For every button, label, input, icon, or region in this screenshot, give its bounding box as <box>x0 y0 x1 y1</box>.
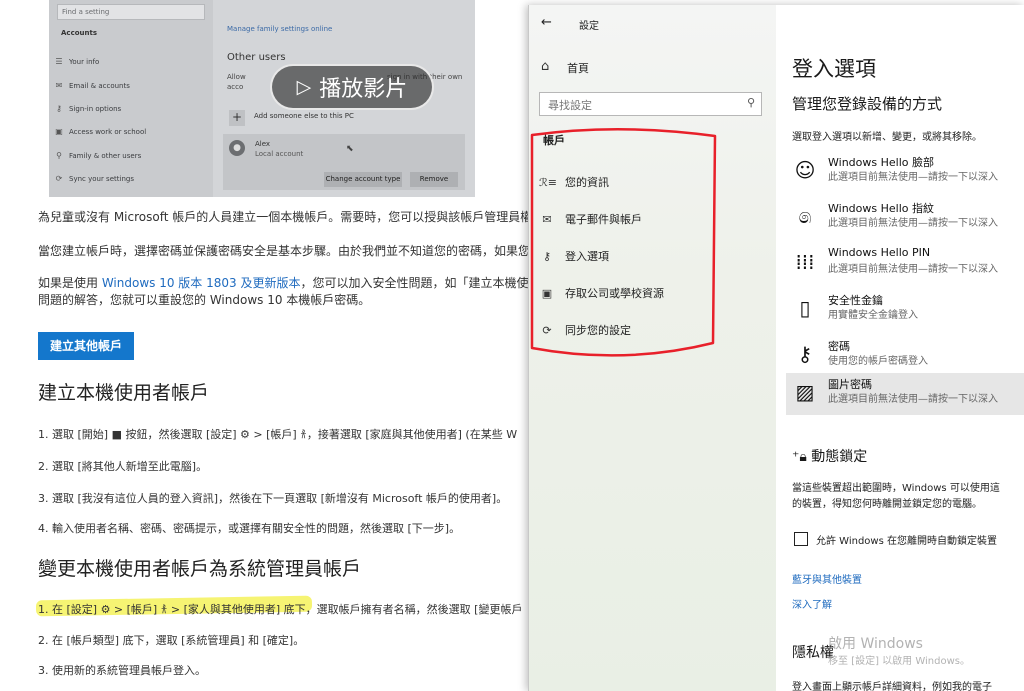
page-title: 登入選項 <box>792 57 876 81</box>
option-security-key[interactable]: ▯ 安全性金鑰 用實體安全金鑰登入 <box>786 289 1024 331</box>
activation-watermark: 啟用 Windows <box>828 636 923 652</box>
avatar: ● <box>229 140 245 156</box>
step-item: 3. 選取 [我沒有這位人員的登入資訊]，然後在下一頁選取 [新增沒有 Micr… <box>38 492 508 505</box>
face-icon: ☺ <box>794 158 816 182</box>
video-change-type-button: Change account type <box>324 172 402 187</box>
video-user-role: Local account <box>255 150 304 158</box>
step-item: 2. 在 [帳戶類型] 底下，選取 [系統管理員] 和 [確定]。 <box>38 634 305 647</box>
dynamic-lock-desc: 的裝置，得知您何時離開並鎖定您的電腦。 <box>792 499 982 510</box>
video-nav-item: ⚲ Family & other users <box>56 151 142 160</box>
heading-change-admin: 變更本機使用者帳戶為系統管理員帳戶 <box>38 558 362 580</box>
video-nav-item: ▣ Access work or school <box>55 127 147 136</box>
checkbox-label: 允許 Windows 在您離開時自動鎖定裝置 <box>816 536 997 547</box>
option-picture-password[interactable]: ▨ 圖片密碼 此選項目前無法使用—請按一下以深入 <box>786 373 1024 415</box>
article-paragraph: 為兒童或沒有 Microsoft 帳戶的人員建立一個本機帳戶。需要時，您可以授與… <box>38 210 528 224</box>
dynamic-lock-heading: ⁺🔒︎ 動態鎖定 <box>792 449 868 465</box>
briefcase-icon: ▣ <box>55 127 63 136</box>
article-paragraph: 當您建立帳戶時，選擇密碼並保護密碼安全是基本步驟。由於我們並不知道您的密碼，如果… <box>38 244 528 258</box>
option-fingerprint[interactable]: ෧ Windows Hello 指紋 此選項目前無法使用—請按一下以深入 <box>786 197 1024 239</box>
step-item: 2. 選取 [將其他人新增至此電腦]。 <box>38 460 208 473</box>
video-player[interactable]: Find a setting Accounts ☰ Your info ✉ Emai… <box>49 0 475 197</box>
video-nav-item: ✉ Email & accounts <box>55 81 130 90</box>
video-nav-item: ☰ Your info <box>55 57 100 66</box>
learn-more-link[interactable]: 深入了解 <box>792 596 832 611</box>
red-annotation-circle <box>530 128 717 357</box>
security-key-icon: ▯ <box>799 296 811 320</box>
video-search-box: Find a setting <box>57 4 205 20</box>
sync-icon: ⟳ <box>55 174 63 183</box>
create-account-button[interactable]: 建立其他帳戶 <box>38 332 134 360</box>
bluetooth-link[interactable]: 藍牙與其他裝置 <box>792 571 862 586</box>
mail-icon: ✉ <box>55 81 63 90</box>
play-video-label: 播放影片 <box>319 77 408 102</box>
step-item: 1. 在 [設定] ⚙ > [帳戶] 𐀪 > [家人與其他使用者] 底下，選取帳… <box>38 603 523 616</box>
page-subtitle: 管理您登錄設備的方式 <box>792 95 943 113</box>
option-face[interactable]: ☺ Windows Hello 臉部 此選項目前無法使用—請按一下以深入 <box>786 151 1024 193</box>
video-desc: acco <box>227 83 244 91</box>
plus-icon: + <box>229 110 245 126</box>
settings-window: ← 設定 ⌂ 首頁 尋找設定 ⚲ 帳戶 ℛ≡ 您的資訊 ✉ 電子郵件與帳戶 ⚷ 登入選… <box>528 5 1024 691</box>
help-article: Find a setting Accounts ☰ Your info ✉ Emai… <box>0 0 540 691</box>
video-nav-item: ⟳ Sync your settings <box>55 174 134 183</box>
activation-watermark-sub: 移至 [設定] 以啟用 Windows。 <box>828 656 970 667</box>
article-paragraph: 問題的解答，您就可以重設您的 Windows 10 本機帳戶密碼。 <box>38 293 371 307</box>
play-icon: ▷ <box>296 76 312 98</box>
pin-keypad-icon: ⁞⁞⁞ <box>795 250 815 274</box>
video-add-user-label: Add someone else to this PC <box>254 112 354 120</box>
option-pin[interactable]: ⁞⁞⁞ Windows Hello PIN 此選項目前無法使用—請按一下以深入 <box>786 243 1024 285</box>
video-user-name: Alex <box>255 140 271 148</box>
key-icon: ⚷ <box>56 104 62 113</box>
heading-create-local: 建立本機使用者帳戶 <box>38 382 210 404</box>
lock-icon: ⁺🔒︎ <box>792 449 812 465</box>
play-video-button[interactable]: ▷ 播放影片 <box>270 64 434 110</box>
video-other-users-heading: Other users <box>227 52 286 63</box>
password-key-icon: ⚷ <box>797 342 813 366</box>
hint-text: 選取登入選項以新增、變更，或將其移除。 <box>792 132 982 143</box>
family-icon: ⚲ <box>56 151 62 160</box>
settings-content: 登入選項 管理您登錄設備的方式 選取登入選項以新增、變更，或將其移除。 ☺ Wi… <box>776 5 1024 691</box>
video-desc: Allow <box>227 73 246 81</box>
option-password[interactable]: ⚷ 密碼 使用您的帳戶密碼登入 <box>786 335 1024 377</box>
video-family-link: Manage family settings online <box>227 25 333 33</box>
privacy-desc: 登入畫面上顯示帳戶詳細資料，例如我的電子 <box>792 682 992 691</box>
windows-version-link[interactable]: Windows 10 版本 1803 及更新版本 <box>102 276 301 290</box>
settings-sidebar: ← 設定 ⌂ 首頁 尋找設定 ⚲ 帳戶 ℛ≡ 您的資訊 ✉ 電子郵件與帳戶 ⚷ 登入選… <box>529 5 776 691</box>
dynamic-lock-checkbox[interactable] <box>794 532 808 546</box>
step-item: 1. 選取 [開始] ■ 按鈕，然後選取 [設定] ⚙ > [帳戶] 𐀪，接著選… <box>38 428 518 441</box>
video-section-label: Accounts <box>61 29 98 37</box>
step-item: 3. 使用新的系統管理員帳戶登入。 <box>38 664 206 677</box>
video-nav-item: ⚷ Sign-in options <box>56 104 122 113</box>
dynamic-lock-desc: 當這些裝置超出範圍時，Windows 可以使用這 <box>792 483 1000 494</box>
article-paragraph: 如果是使用 Windows 10 版本 1803 及更新版本，您可以加入安全性問… <box>38 276 528 290</box>
person-card-icon: ☰ <box>55 57 63 66</box>
video-remove-button: Remove <box>410 172 458 187</box>
cursor-icon: ⬉ <box>346 144 354 154</box>
picture-password-icon: ▨ <box>795 380 815 404</box>
step-item: 4. 輸入使用者名稱、密碼、密碼提示，或選擇有關安全性的問題，然後選取 [下一步… <box>38 522 461 535</box>
fingerprint-icon: ෧ <box>798 204 812 228</box>
